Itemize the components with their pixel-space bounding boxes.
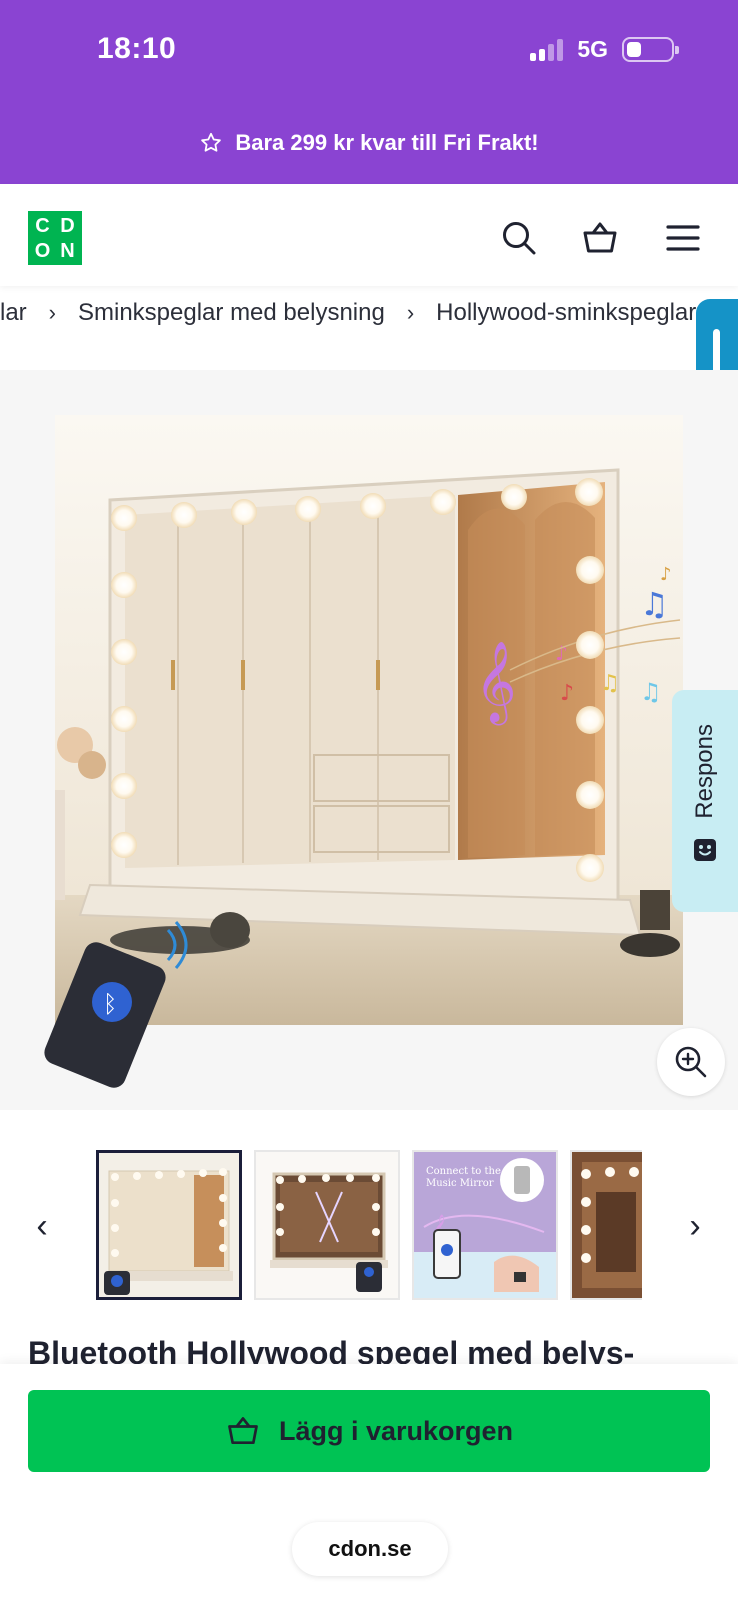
battery-icon <box>622 37 679 62</box>
breadcrumb-item[interactable]: Hollywood-sminkspeglar <box>436 299 696 327</box>
add-to-cart-label: Lägg i varukorgen <box>278 1415 514 1446</box>
star-outline-icon <box>201 132 222 152</box>
thumbnail-image <box>572 1152 642 1298</box>
thumbnail-image <box>99 1153 239 1297</box>
product-image: 𝄞 ♫ ♪ ♫ ♫ ♪ ♪ ᛒ <box>44 415 683 1088</box>
feedback-label: Respons <box>691 724 718 819</box>
network-type: 5G <box>577 36 608 62</box>
promo-banner: 18:10 5G Bara 299 kr kvar till Fri Frakt… <box>0 0 738 184</box>
domain-label: cdon.se <box>328 1536 412 1561</box>
logo-letter: N <box>60 239 75 262</box>
chevron-right-icon: › <box>406 300 415 325</box>
menu-icon[interactable] <box>663 218 703 258</box>
basket-icon <box>228 1417 258 1445</box>
search-icon[interactable] <box>499 218 539 258</box>
browser-address-bar[interactable]: cdon.se <box>292 1522 448 1576</box>
site-header: C D O N <box>0 184 738 286</box>
thumbnail-caption: Connect to the Music Mirror <box>426 1166 504 1189</box>
thumbnail-1[interactable] <box>96 1150 242 1300</box>
smiley-icon <box>694 838 716 861</box>
thumbnail-2[interactable] <box>254 1150 400 1300</box>
breadcrumb: lar › Sminkspeglar med belysning › Holly… <box>0 290 738 336</box>
zoom-button[interactable] <box>657 1028 725 1096</box>
add-to-cart-button[interactable]: Lägg i varukorgen <box>28 1390 710 1472</box>
logo-letter: C <box>35 214 50 237</box>
logo-letter: D <box>60 214 75 237</box>
free-shipping-message: Bara 299 kr kvar till Fri Frakt! <box>0 130 738 156</box>
chevron-right-icon: › <box>48 300 56 325</box>
svg-text:♫: ♫ <box>640 585 669 623</box>
cdon-logo[interactable]: C D O N <box>28 211 82 265</box>
cellular-signal-icon <box>530 38 564 61</box>
sticky-bottom-bar: Lägg i varukorgen cdon.se <box>0 1364 738 1600</box>
basket-icon[interactable] <box>580 218 620 258</box>
thumbnail-3[interactable]: Connect to the Music Mirror 𝄞 <box>412 1150 558 1300</box>
thumbnail-image: Connect to the Music Mirror 𝄞 <box>414 1152 556 1298</box>
breadcrumb-item[interactable]: lar <box>0 299 27 327</box>
product-image-area[interactable]: 𝄞 ♫ ♪ ♫ ♫ ♪ ♪ ᛒ <box>0 370 738 1110</box>
chevron-left-icon[interactable]: ‹ <box>27 1206 57 1246</box>
svg-text:♫: ♫ <box>600 671 620 696</box>
promo-text: Bara 299 kr kvar till Fri Frakt! <box>235 130 539 155</box>
svg-text:ᛒ: ᛒ <box>103 990 117 1018</box>
svg-text:♪: ♪ <box>660 564 672 585</box>
status-indicators: 5G <box>530 36 679 63</box>
thumbnail-carousel: ‹ Connect to the Music Mirror › <box>0 1148 738 1302</box>
svg-text:𝄞: 𝄞 <box>475 640 516 725</box>
thumbnail-image <box>256 1152 398 1298</box>
thumbnail-4[interactable] <box>570 1150 642 1300</box>
zoom-in-icon <box>675 1046 707 1078</box>
feedback-tab[interactable]: Respons <box>672 690 738 912</box>
breadcrumb-item[interactable]: Sminkspeglar med belysning <box>78 299 385 327</box>
status-time: 18:10 <box>97 32 177 65</box>
battery-level <box>627 42 641 57</box>
logo-letter: O <box>34 239 51 262</box>
chevron-right-icon[interactable]: › <box>680 1206 710 1246</box>
svg-text:♪: ♪ <box>560 681 574 706</box>
svg-text:♫: ♫ <box>640 678 662 706</box>
